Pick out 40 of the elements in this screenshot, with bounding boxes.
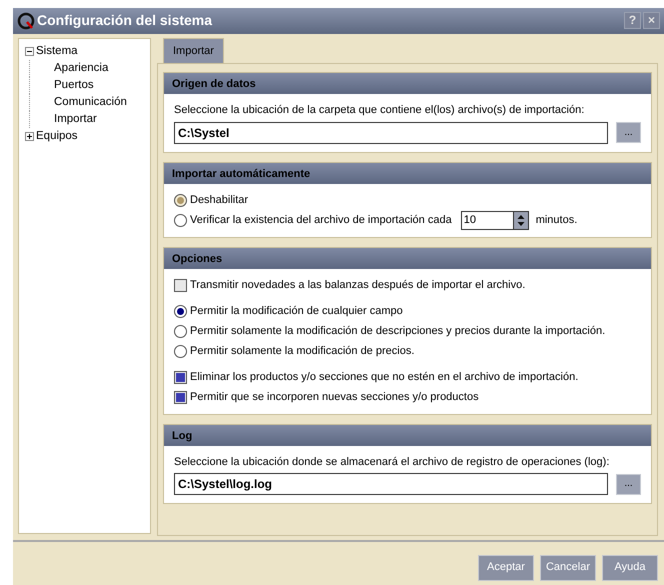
radio-button[interactable] [174, 304, 187, 318]
option-label: Permitir solamente la modificación de precios. [190, 344, 414, 359]
section-header: Importar automáticamente [164, 162, 651, 184]
unit-label: minutos. [536, 212, 578, 228]
radio-button[interactable] [174, 214, 187, 227]
tree-item[interactable]: Equipos [36, 128, 78, 145]
expand-icon[interactable] [25, 132, 34, 141]
tree-item[interactable]: Importar [54, 110, 97, 128]
radio-button[interactable] [174, 344, 187, 358]
checkbox[interactable] [174, 370, 187, 384]
option-label: Verificar la existencia del archivo de importación cada [190, 212, 452, 228]
option-label: Permitir que se incorporen nuevas secciones y/o productos [190, 390, 479, 405]
section-header: Opciones [164, 248, 651, 269]
section-header: Log [164, 424, 651, 446]
radio-button[interactable] [174, 324, 187, 338]
browse-button[interactable]: ... [616, 474, 641, 495]
app-logo-icon [17, 12, 35, 30]
interval-field[interactable]: 10 [460, 210, 513, 230]
checkbox[interactable] [174, 390, 187, 404]
tree-item[interactable]: Puertos [54, 76, 94, 94]
option-label: Eliminar los productos y/o secciones que no estén en el archivo de importación. [190, 370, 578, 385]
path-field[interactable]: C:\Systel [174, 122, 608, 144]
tree-item[interactable]: Apariencia [54, 60, 108, 77]
section-header: Origen de datos [164, 73, 651, 94]
option-label: Permitir la modificación de cualquier campo [190, 304, 403, 319]
tree-item[interactable]: Sistema [36, 42, 78, 60]
option-label: Deshabilitar [190, 192, 248, 208]
radio-button[interactable] [174, 194, 187, 207]
option-label: Permitir solamente la modificación de descripciones y precios durante la importación. [190, 324, 606, 339]
browse-button[interactable]: ... [616, 122, 641, 144]
checkbox[interactable] [174, 278, 187, 292]
prompt-text: Seleccione la ubicación de la carpeta que contiene el(los) archivo(s) de importación: [174, 103, 586, 118]
prompt-text: Seleccione la ubicación donde se almacenará el archivo de registro de operaciones (log): [174, 454, 610, 470]
option-label: Transmitir novedades a las balanzas después de importar el archivo. [190, 278, 526, 293]
window-title: Configuración del sistema [37, 11, 212, 30]
tree-item[interactable]: Comunicación [54, 94, 127, 111]
spinner-arrows-icon[interactable] [512, 210, 529, 230]
collapse-icon[interactable] [25, 46, 34, 56]
tab[interactable]: Importar [163, 38, 224, 64]
path-field[interactable]: C:\Systel\log.log [174, 473, 608, 496]
